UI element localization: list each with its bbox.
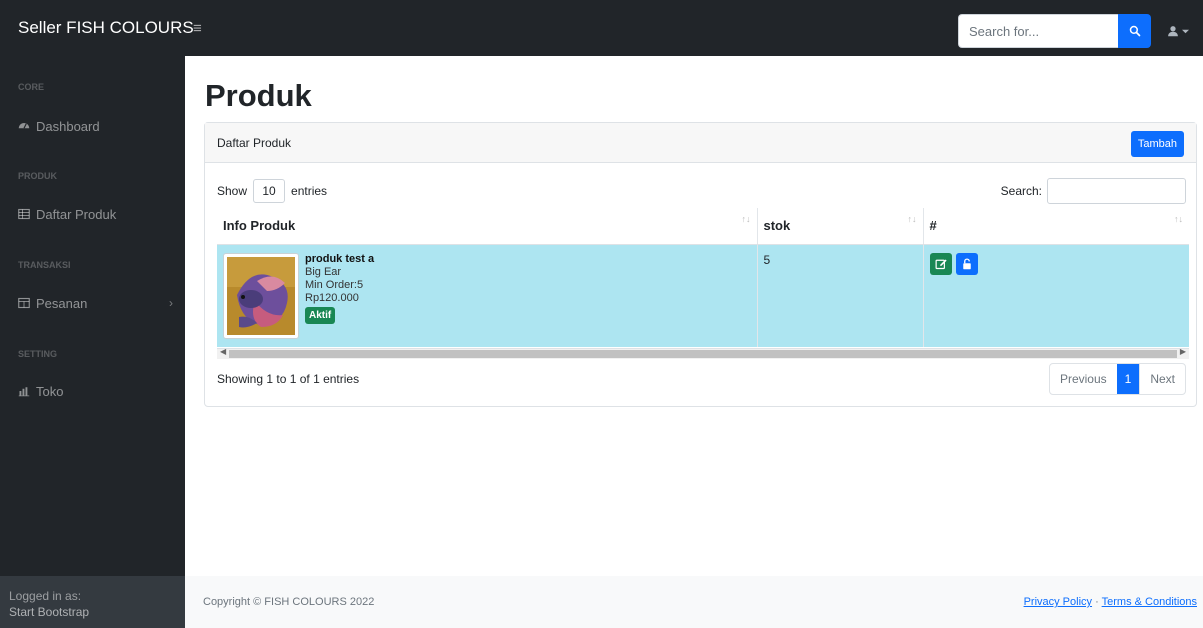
sort-icon: ↑↓ <box>907 214 917 224</box>
page-title: Produk <box>205 78 312 113</box>
logged-in-label: Logged in as: <box>9 589 82 603</box>
brand-link[interactable]: Seller FISH COLOURS <box>0 18 194 38</box>
horizontal-scrollbar[interactable]: ◀ ▶ <box>217 347 1189 359</box>
unlock-icon <box>963 257 971 269</box>
privacy-policy-link[interactable]: Privacy Policy <box>1024 596 1092 608</box>
tachometer-icon <box>18 123 30 129</box>
scrollbar-thumb[interactable] <box>229 350 1177 358</box>
card-header: Daftar Produk <box>205 123 1196 163</box>
column-header-label: stok <box>763 218 791 234</box>
sidebar-item-label: Daftar Produk <box>36 206 117 222</box>
product-variant: Big Ear <box>305 265 342 278</box>
sidebar-item-toko[interactable]: Toko <box>18 381 173 401</box>
user-icon <box>1168 26 1178 37</box>
sidebar-item-label: Dashboard <box>36 118 100 134</box>
columns-icon <box>18 297 30 309</box>
sidebar-item-pesanan[interactable]: Pesanan › <box>18 293 173 313</box>
table-search: Search: <box>1001 178 1186 204</box>
user-dropdown[interactable] <box>1167 25 1189 37</box>
bar-chart-icon <box>18 387 30 397</box>
product-card: Daftar Produk Tambah Show 10 entries Sea… <box>204 122 1197 407</box>
unlock-button[interactable] <box>955 252 978 275</box>
chevron-right-icon: › <box>169 296 173 310</box>
table-search-input[interactable] <box>1047 178 1186 204</box>
length-entries-label: entries <box>291 184 328 198</box>
sort-icon: ↑↓ <box>1174 214 1183 224</box>
table-info: Showing 1 to 1 of 1 entries <box>217 372 360 386</box>
entries-length-select[interactable]: 10 <box>253 179 286 203</box>
column-header-actions[interactable]: # ↑↓ <box>922 208 1189 245</box>
product-min-order: Min Order:5 <box>305 278 364 291</box>
navbar-search-group <box>958 14 1189 48</box>
sidebar-heading-produk: PRODUK <box>18 171 58 181</box>
product-details: produk test a Big Ear Min Order:5 Rp120.… <box>305 253 374 339</box>
sort-icon: ↑↓ <box>741 214 751 224</box>
column-header-stok[interactable]: stok ↑↓ <box>756 208 923 245</box>
table-icon <box>18 208 30 220</box>
footer-links: Privacy Policy · Terms & Conditions <box>1024 596 1197 608</box>
column-header-label: Info Produk <box>223 218 296 234</box>
copyright-text: Copyright © FISH COLOURS 2022 <box>203 596 375 608</box>
datatable-controls: Show 10 entries Search: <box>217 178 1186 204</box>
table-search-label: Search: <box>1000 184 1042 198</box>
scroll-right-arrow-icon[interactable]: ▶ <box>1180 347 1186 356</box>
search-input[interactable] <box>958 14 1118 48</box>
status-badge: Aktif <box>305 306 336 324</box>
terms-link[interactable]: Terms & Conditions <box>1102 596 1197 608</box>
logged-in-user: Start Bootstrap <box>9 605 90 619</box>
search-icon <box>1129 25 1140 37</box>
sidebar-heading-transaksi: TRANSAKSI <box>18 260 71 270</box>
edit-button[interactable] <box>929 252 952 275</box>
column-header-label: # <box>929 218 937 234</box>
product-name[interactable]: produk test a <box>305 253 374 266</box>
product-info-cell: produk test a Big Ear Min Order:5 Rp120.… <box>217 244 757 347</box>
search-button[interactable] <box>1118 14 1151 48</box>
column-header-info[interactable]: Info Produk ↑↓ <box>217 208 757 245</box>
length-show-label: Show <box>217 184 248 198</box>
scroll-left-arrow-icon[interactable]: ◀ <box>220 347 226 356</box>
sidebar-heading-core: CORE <box>18 82 45 92</box>
sidebar: CORE Dashboard PRODUK Daftar Produk TRAN… <box>0 56 185 628</box>
add-product-button[interactable]: Tambah <box>1130 131 1184 157</box>
sidebar-footer: Logged in as: Start Bootstrap <box>0 576 185 628</box>
page-footer: Copyright © FISH COLOURS 2022 Privacy Po… <box>185 576 1203 628</box>
edit-icon <box>935 259 947 269</box>
sidebar-item-dashboard[interactable]: Dashboard <box>18 116 173 136</box>
fish-image <box>227 256 295 335</box>
table-row: produk test a Big Ear Min Order:5 Rp120.… <box>217 244 1189 347</box>
pagination-next[interactable]: Next <box>1139 364 1185 394</box>
product-price: Rp120.000 <box>305 291 359 304</box>
product-table: Info Produk ↑↓ stok ↑↓ # ↑↓ produk test … <box>217 208 1189 347</box>
caret-down-icon <box>1182 29 1189 33</box>
pagination: Previous 1 Next <box>1048 363 1186 395</box>
stock-cell: 5 <box>756 244 923 347</box>
sidebar-toggle-icon[interactable]: ≡ <box>193 20 202 37</box>
actions-cell <box>922 244 1189 347</box>
pagination-previous[interactable]: Previous <box>1050 364 1117 394</box>
sidebar-item-label: Pesanan <box>36 295 88 311</box>
pagination-page-1[interactable]: 1 <box>1116 364 1140 394</box>
datatable-footer: Showing 1 to 1 of 1 entries Previous 1 N… <box>217 363 1186 395</box>
sidebar-item-daftar-produk[interactable]: Daftar Produk <box>18 204 173 224</box>
top-navbar: Seller FISH COLOURS ≡ <box>0 0 1203 56</box>
sidebar-item-label: Toko <box>36 383 64 399</box>
product-thumbnail <box>223 252 299 339</box>
footer-separator: · <box>1095 596 1099 608</box>
card-title: Daftar Produk <box>217 135 292 150</box>
sidebar-heading-setting: SETTING <box>18 349 58 359</box>
